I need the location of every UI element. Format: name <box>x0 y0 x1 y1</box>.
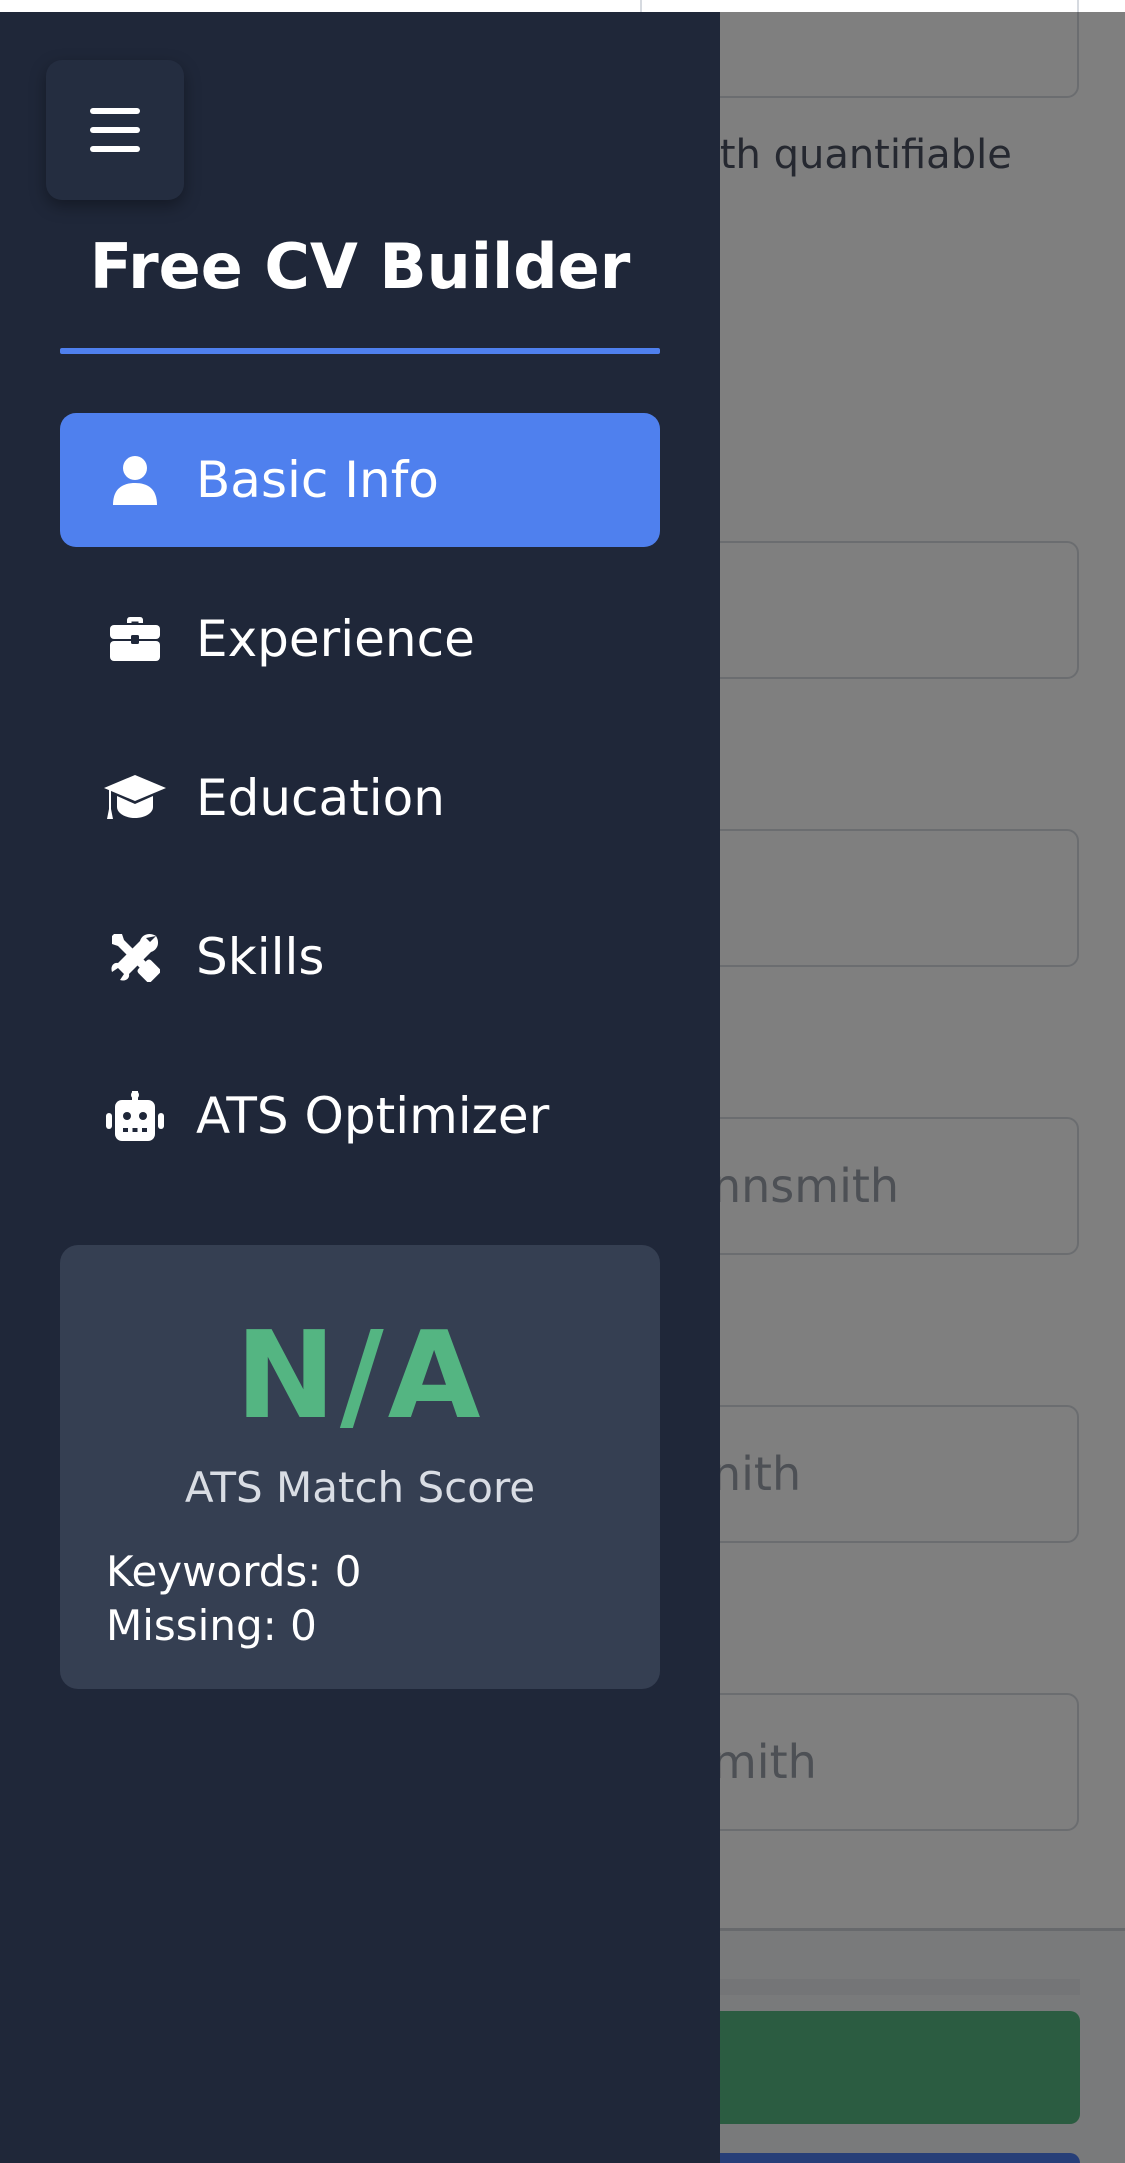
tools-icon <box>104 926 166 988</box>
ats-score-label: ATS Match Score <box>184 1463 536 1512</box>
sidebar-item-label: Skills <box>196 928 325 986</box>
user-icon <box>104 449 166 511</box>
sidebar-nav: Basic Info Experience Education Skills A… <box>60 413 660 1208</box>
sidebar-item-basic-info[interactable]: Basic Info <box>60 413 660 547</box>
briefcase-icon <box>104 608 166 670</box>
sidebar-item-experience[interactable]: Experience <box>60 572 660 706</box>
graduation-cap-icon <box>104 767 166 829</box>
ats-score-value: N/A <box>235 1307 485 1446</box>
sidebar-item-label: Education <box>196 769 445 827</box>
sidebar-item-label: ATS Optimizer <box>196 1087 550 1145</box>
menu-toggle-button[interactable] <box>46 60 184 200</box>
sidebar-item-label: Basic Info <box>196 451 439 509</box>
sidebar-item-education[interactable]: Education <box>60 731 660 865</box>
sidebar-item-label: Experience <box>196 610 475 668</box>
sidebar-item-ats-optimizer[interactable]: ATS Optimizer <box>60 1049 660 1183</box>
ats-missing-count: Missing: 0 <box>106 1601 317 1650</box>
app-title: Free CV Builder <box>89 230 631 303</box>
robot-icon <box>104 1085 166 1147</box>
ats-keywords-count: Keywords: 0 <box>106 1547 362 1596</box>
hamburger-icon <box>90 108 140 152</box>
ats-score-card: N/A ATS Match Score Keywords: 0 Missing:… <box>60 1245 660 1689</box>
sidebar-item-skills[interactable]: Skills <box>60 890 660 1024</box>
title-divider <box>60 348 660 354</box>
sidebar: Free CV Builder Basic Info Experience Ed… <box>0 12 720 2163</box>
